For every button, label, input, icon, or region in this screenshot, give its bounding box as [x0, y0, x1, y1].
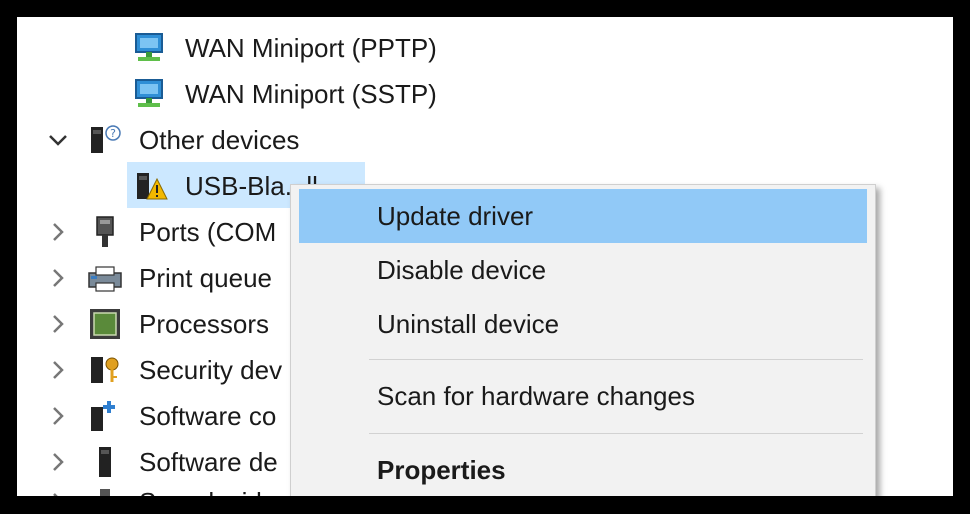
software-component-icon — [87, 398, 123, 434]
menu-item-label: Uninstall device — [377, 308, 560, 339]
chevron-right-icon[interactable] — [43, 447, 73, 477]
menu-separator — [369, 433, 863, 434]
tree-item-label: Software co — [139, 401, 277, 431]
tree-item-label: Print queue — [139, 263, 272, 293]
tree-item-label: Processors — [139, 309, 270, 339]
tree-item-label: Security dev — [139, 355, 283, 385]
chevron-right-icon[interactable] — [43, 401, 73, 431]
network-adapter-icon — [133, 76, 169, 112]
unknown-device-icon: ? — [87, 122, 123, 158]
chevron-down-icon[interactable] — [43, 125, 73, 155]
tree-item-other-devices[interactable]: ? Other devices — [17, 117, 953, 163]
menu-item-disable-device[interactable]: Disable device — [299, 243, 867, 297]
menu-item-label: Update driver — [377, 200, 534, 231]
chevron-right-icon[interactable] — [43, 487, 73, 496]
tree-item-label: WAN Miniport (PPTP) — [185, 33, 437, 63]
menu-item-label: Properties — [377, 454, 506, 485]
tree-item-wan-miniport-pptp[interactable]: WAN Miniport (PPTP) — [17, 25, 953, 71]
menu-item-uninstall-device[interactable]: Uninstall device — [299, 297, 867, 351]
context-menu: Update driver Disable device Uninstall d… — [290, 184, 876, 496]
menu-item-scan-hardware[interactable]: Scan for hardware changes — [299, 369, 867, 423]
menu-item-label: Disable device — [377, 254, 547, 285]
software-device-icon — [87, 444, 123, 480]
tree-item-label: WAN Miniport (SSTP) — [185, 79, 437, 109]
chevron-right-icon[interactable] — [43, 263, 73, 293]
tree-item-label: Ports (COM — [139, 217, 277, 247]
chevron-right-icon[interactable] — [43, 355, 73, 385]
network-adapter-icon — [133, 30, 169, 66]
device-tree: WAN Miniport (PPTP) WAN Miniport (SSTP) — [17, 17, 953, 496]
sound-icon — [87, 484, 123, 496]
processor-icon — [87, 306, 123, 342]
svg-text:?: ? — [110, 127, 116, 140]
menu-separator — [369, 359, 863, 360]
screenshot-frame: WAN Miniport (PPTP) WAN Miniport (SSTP) — [0, 0, 970, 514]
tree-item-label: Software de — [139, 447, 278, 477]
security-device-icon — [87, 352, 123, 388]
menu-item-properties[interactable]: Properties — [299, 443, 867, 496]
menu-item-label: Scan for hardware changes — [377, 380, 695, 411]
chevron-right-icon[interactable] — [43, 217, 73, 247]
port-icon — [87, 214, 123, 250]
warning-device-icon — [133, 168, 169, 204]
tree-item-wan-miniport-sstp[interactable]: WAN Miniport (SSTP) — [17, 71, 953, 117]
chevron-right-icon[interactable] — [43, 309, 73, 339]
printer-icon — [87, 260, 123, 296]
menu-item-update-driver[interactable]: Update driver — [299, 189, 867, 243]
tree-item-label: Other devices — [139, 125, 300, 155]
tree-item-label: Sound, vide — [139, 485, 276, 496]
